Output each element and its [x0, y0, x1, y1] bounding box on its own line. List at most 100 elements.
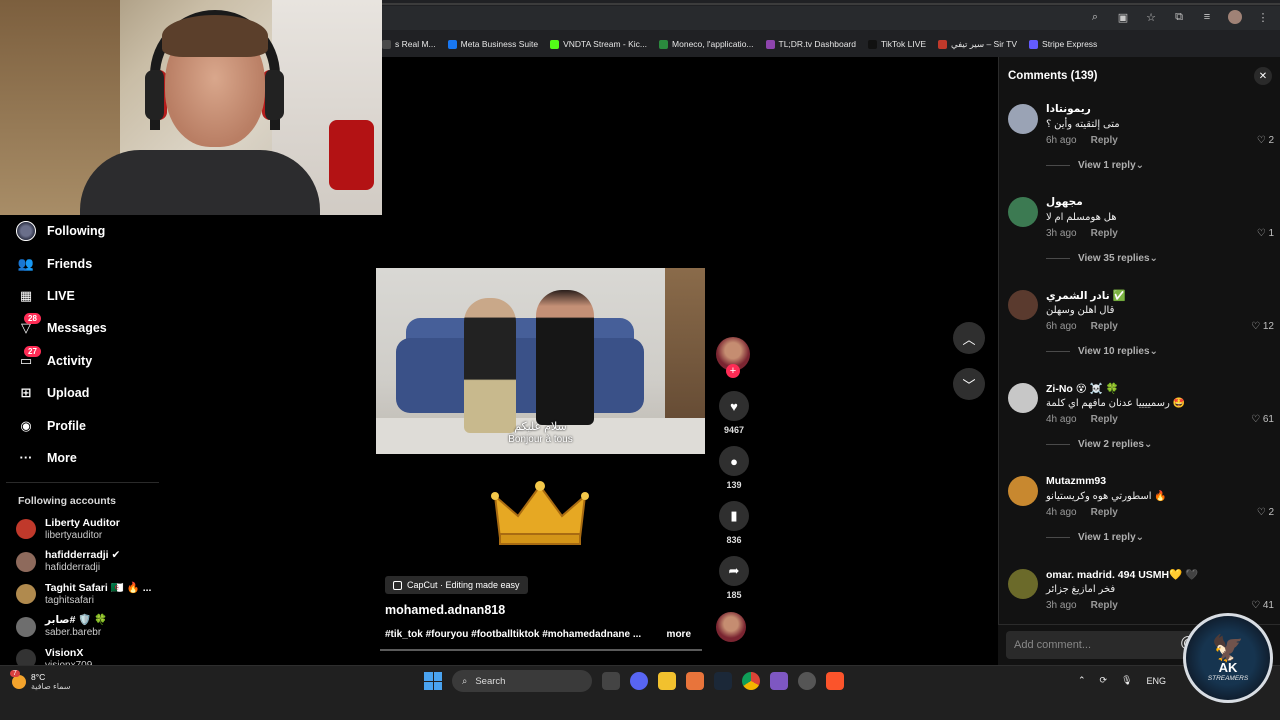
- media-icon[interactable]: ≡: [1200, 11, 1214, 23]
- discord-icon[interactable]: [630, 672, 648, 690]
- view-replies-button[interactable]: View 1 reply ⌄: [1046, 160, 1144, 171]
- heart-outline-icon: ♡: [1251, 321, 1263, 332]
- profile-avatar[interactable]: [1228, 10, 1242, 24]
- comment-button[interactable]: ●: [719, 446, 749, 476]
- bookmark-item[interactable]: VNDTA Stream - Kic...: [550, 39, 647, 49]
- commenter-avatar[interactable]: [1008, 104, 1038, 134]
- commenter-name[interactable]: Mutazmm93: [1046, 475, 1106, 487]
- file-explorer-icon[interactable]: [658, 672, 676, 690]
- comment-like-count: 41: [1262, 600, 1274, 611]
- comment-like-button[interactable]: ♡ 12: [1251, 321, 1274, 332]
- bookmark-item[interactable]: Meta Business Suite: [447, 39, 538, 49]
- follow-plus-icon[interactable]: +: [726, 364, 740, 378]
- commenter-name[interactable]: Zi-No 😵 ☠️ 🍀: [1046, 382, 1119, 395]
- bookmark-item[interactable]: سير تيفي – Sir TV: [938, 39, 1017, 50]
- following-account[interactable]: Taghit Safari 🇩🇿 🔥 ... taghitsafari: [0, 578, 165, 611]
- bookmark-item[interactable]: Stripe Express: [1029, 39, 1097, 49]
- comment-meta: 3h ago Reply: [1046, 228, 1118, 239]
- commenter-avatar[interactable]: [1008, 197, 1038, 227]
- sidebar-item-messages[interactable]: ▽ 28 Messages: [0, 312, 165, 344]
- reply-button[interactable]: Reply: [1091, 414, 1118, 425]
- commenter-avatar[interactable]: [1008, 569, 1038, 599]
- sidebar-item-friends[interactable]: 👥 Friends: [0, 247, 165, 279]
- start-button[interactable]: [424, 672, 442, 690]
- like-button[interactable]: ♥: [719, 391, 749, 421]
- sidebar-item-activity[interactable]: ▭ 27 Activity: [0, 345, 165, 377]
- cast-icon[interactable]: ▣: [1116, 11, 1130, 24]
- commenter-name[interactable]: omar. madrid. 494 USMH💛 🖤: [1046, 568, 1198, 581]
- reply-button[interactable]: Reply: [1091, 228, 1118, 239]
- reply-button[interactable]: Reply: [1091, 600, 1118, 611]
- video-progress[interactable]: [380, 649, 702, 651]
- view-replies-button[interactable]: View 10 replies ⌄: [1046, 346, 1158, 357]
- bookmark-label: Stripe Express: [1042, 39, 1098, 49]
- obs-icon[interactable]: [798, 672, 816, 690]
- taskbar-search[interactable]: ⌕ Search: [452, 670, 592, 692]
- comment-like-button[interactable]: ♡ 1: [1257, 228, 1274, 239]
- bookmark-label: s Real M...: [395, 39, 436, 49]
- feather-app-icon[interactable]: [770, 672, 788, 690]
- following-account[interactable]: صابر# 🛡️ 🍀 saber.barebr: [0, 611, 165, 644]
- commenter-name[interactable]: نادر الشمري ✅: [1046, 289, 1126, 302]
- comment-icon: ●: [730, 453, 738, 469]
- sync-icon[interactable]: ⟳: [1100, 675, 1108, 686]
- sidebar-item-live[interactable]: ▦ LIVE: [0, 280, 165, 312]
- comment-like-button[interactable]: ♡ 61: [1251, 414, 1274, 425]
- chrome-icon[interactable]: [742, 672, 760, 690]
- bookmark-item[interactable]: Moneco, l'applicatio...: [659, 39, 754, 49]
- view-replies-button[interactable]: View 1 reply ⌄: [1046, 532, 1144, 543]
- view-replies-button[interactable]: View 35 replies ⌄: [1046, 253, 1158, 264]
- steam-icon[interactable]: [714, 672, 732, 690]
- share-count: 185: [726, 590, 742, 600]
- commenter-avatar[interactable]: [1008, 476, 1038, 506]
- bookmark-item[interactable]: s Real M...: [382, 39, 436, 49]
- commenter-name[interactable]: ريمونتادا: [1046, 103, 1091, 115]
- vlc-icon[interactable]: [686, 672, 704, 690]
- sidebar-item-more[interactable]: ··· More: [0, 442, 165, 474]
- close-icon: ✕: [1258, 70, 1268, 82]
- sidebar-item-profile[interactable]: ◉ Profile: [0, 409, 165, 441]
- save-button[interactable]: ▮: [719, 501, 749, 531]
- comment-like-button[interactable]: ♡ 2: [1257, 135, 1274, 146]
- comment-like-button[interactable]: ♡ 41: [1251, 600, 1274, 611]
- chevron-up-icon: ︿: [962, 331, 976, 347]
- reply-button[interactable]: Reply: [1091, 135, 1118, 146]
- mic-icon[interactable]: 🎙: [1121, 675, 1132, 686]
- bookmark-item[interactable]: TL;DR.tv Dashboard: [765, 39, 856, 49]
- account-name: صابر# 🛡️ 🍀: [45, 614, 108, 627]
- following-account[interactable]: hafidderradji ✔ hafidderradji: [0, 546, 165, 579]
- following-account[interactable]: Liberty Auditor libertyauditor: [0, 513, 165, 546]
- account-name: Taghit Safari 🇩🇿 🔥 ...: [45, 581, 152, 594]
- video-player[interactable]: سلام عليكم Bonjour à tous: [376, 268, 705, 454]
- commenter-avatar[interactable]: [1008, 383, 1038, 413]
- close-comments-button[interactable]: ✕: [1254, 67, 1272, 85]
- video-author[interactable]: mohamed.adnan818: [385, 603, 505, 617]
- language-indicator[interactable]: ENG: [1147, 676, 1167, 686]
- bookmark-star-icon[interactable]: ☆: [1144, 11, 1158, 24]
- previous-video-button[interactable]: ︿: [953, 322, 985, 354]
- sidebar-item-following[interactable]: Following: [0, 215, 165, 247]
- next-video-button[interactable]: ﹀: [953, 368, 985, 400]
- brave-icon[interactable]: [826, 672, 844, 690]
- zoom-icon[interactable]: ⌕: [1088, 11, 1102, 24]
- reply-button[interactable]: Reply: [1091, 321, 1118, 332]
- view-replies-button[interactable]: View 2 replies ⌄: [1046, 439, 1152, 450]
- extensions-icon[interactable]: ⧉: [1172, 11, 1186, 24]
- author-avatar[interactable]: +: [716, 337, 750, 378]
- menu-kebab-icon[interactable]: ⋮: [1256, 11, 1270, 24]
- share-button[interactable]: ➦: [719, 556, 749, 586]
- add-comment-input[interactable]: Add comment...: [1006, 631, 1196, 659]
- tray-chevron-icon[interactable]: ⌃: [1078, 675, 1086, 686]
- task-view-icon[interactable]: [602, 672, 620, 690]
- comment-like-button[interactable]: ♡ 2: [1257, 507, 1274, 518]
- caption-more-link[interactable]: more: [667, 629, 691, 640]
- reply-button[interactable]: Reply: [1091, 507, 1118, 518]
- weather-widget[interactable]: 7 8°C سماء صافية: [10, 670, 71, 692]
- commenter-name[interactable]: مجهول: [1046, 196, 1083, 208]
- bookmark-item[interactable]: TikTok LIVE: [868, 39, 926, 49]
- music-avatar[interactable]: [716, 612, 746, 642]
- sidebar-item-upload[interactable]: ⊞ Upload: [0, 377, 165, 409]
- commenter-avatar[interactable]: [1008, 290, 1038, 320]
- comment-text: قال اهلن وسهلن: [1046, 305, 1115, 316]
- capcut-tag[interactable]: CapCut · Editing made easy: [385, 576, 528, 594]
